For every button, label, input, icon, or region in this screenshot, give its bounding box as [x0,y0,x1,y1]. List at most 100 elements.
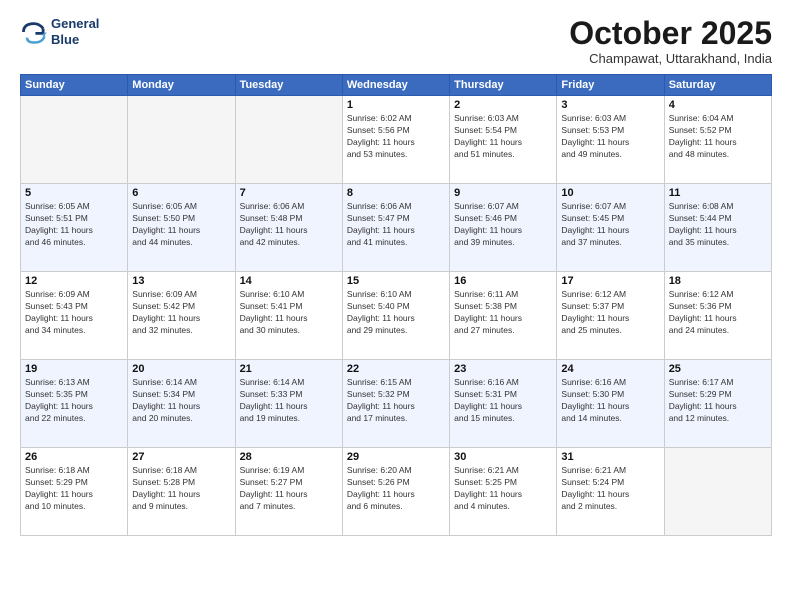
day-info: Sunrise: 6:12 AM Sunset: 5:37 PM Dayligh… [561,289,659,337]
calendar-day-cell: 9 Sunrise: 6:07 AM Sunset: 5:46 PM Daylig… [450,184,557,272]
day-info: Sunrise: 6:09 AM Sunset: 5:43 PM Dayligh… [25,289,123,337]
day-number: 29 [347,451,445,463]
day-info: Sunrise: 6:18 AM Sunset: 5:29 PM Dayligh… [25,465,123,513]
day-number: 3 [561,99,659,111]
day-number: 13 [132,275,230,287]
calendar-day-cell: 5 Sunrise: 6:05 AM Sunset: 5:51 PM Daylig… [21,184,128,272]
day-info: Sunrise: 6:15 AM Sunset: 5:32 PM Dayligh… [347,377,445,425]
day-info: Sunrise: 6:16 AM Sunset: 5:31 PM Dayligh… [454,377,552,425]
day-info: Sunrise: 6:07 AM Sunset: 5:46 PM Dayligh… [454,201,552,249]
day-number: 8 [347,187,445,199]
day-info: Sunrise: 6:14 AM Sunset: 5:34 PM Dayligh… [132,377,230,425]
day-info: Sunrise: 6:03 AM Sunset: 5:54 PM Dayligh… [454,113,552,161]
calendar-day-cell: 19 Sunrise: 6:13 AM Sunset: 5:35 PM Dayli… [21,360,128,448]
calendar-day-cell: 18 Sunrise: 6:12 AM Sunset: 5:36 PM Dayli… [664,272,771,360]
calendar-day-cell: 24 Sunrise: 6:16 AM Sunset: 5:30 PM Dayli… [557,360,664,448]
day-info: Sunrise: 6:05 AM Sunset: 5:51 PM Dayligh… [25,201,123,249]
day-info: Sunrise: 6:18 AM Sunset: 5:28 PM Dayligh… [132,465,230,513]
calendar-day-cell: 14 Sunrise: 6:10 AM Sunset: 5:41 PM Dayli… [235,272,342,360]
calendar-day-header: Wednesday [342,75,449,96]
calendar-day-cell: 28 Sunrise: 6:19 AM Sunset: 5:27 PM Dayli… [235,448,342,536]
day-info: Sunrise: 6:16 AM Sunset: 5:30 PM Dayligh… [561,377,659,425]
day-info: Sunrise: 6:13 AM Sunset: 5:35 PM Dayligh… [25,377,123,425]
day-info: Sunrise: 6:10 AM Sunset: 5:40 PM Dayligh… [347,289,445,337]
calendar-day-cell: 15 Sunrise: 6:10 AM Sunset: 5:40 PM Dayli… [342,272,449,360]
calendar-table: SundayMondayTuesdayWednesdayThursdayFrid… [20,74,772,536]
calendar-header-row: SundayMondayTuesdayWednesdayThursdayFrid… [21,75,772,96]
day-number: 14 [240,275,338,287]
day-number: 6 [132,187,230,199]
calendar-day-cell: 10Sunrise: 6:07 AM Sunset: 5:45 PM Dayli… [557,184,664,272]
day-info: Sunrise: 6:04 AM Sunset: 5:52 PM Dayligh… [669,113,767,161]
calendar-day-cell: 4Sunrise: 6:04 AM Sunset: 5:52 PM Daylig… [664,96,771,184]
day-number: 20 [132,363,230,375]
calendar-day-cell: 25Sunrise: 6:17 AM Sunset: 5:29 PM Dayli… [664,360,771,448]
day-number: 1 [347,99,445,111]
day-info: Sunrise: 6:19 AM Sunset: 5:27 PM Dayligh… [240,465,338,513]
calendar-day-cell: 29 Sunrise: 6:20 AM Sunset: 5:26 PM Dayli… [342,448,449,536]
calendar-day-cell: 7 Sunrise: 6:06 AM Sunset: 5:48 PM Daylig… [235,184,342,272]
calendar-day-header: Monday [128,75,235,96]
calendar-day-header: Thursday [450,75,557,96]
day-number: 26 [25,451,123,463]
day-number: 5 [25,187,123,199]
day-info: Sunrise: 6:20 AM Sunset: 5:26 PM Dayligh… [347,465,445,513]
day-number: 24 [561,363,659,375]
header: General Blue October 2025 Champawat, Utt… [20,16,772,66]
calendar-day-cell: 27 Sunrise: 6:18 AM Sunset: 5:28 PM Dayli… [128,448,235,536]
day-number: 23 [454,363,552,375]
calendar-day-cell [128,96,235,184]
day-number: 17 [561,275,659,287]
calendar-day-cell: 31 Sunrise: 6:21 AM Sunset: 5:24 PM Dayli… [557,448,664,536]
day-number: 27 [132,451,230,463]
calendar-day-cell [664,448,771,536]
calendar-day-header: Tuesday [235,75,342,96]
calendar-day-cell: 1Sunrise: 6:02 AM Sunset: 5:56 PM Daylig… [342,96,449,184]
calendar-day-cell: 8 Sunrise: 6:06 AM Sunset: 5:47 PM Daylig… [342,184,449,272]
logo: General Blue [20,16,99,47]
calendar-week-row: 12Sunrise: 6:09 AM Sunset: 5:43 PM Dayli… [21,272,772,360]
day-number: 10 [561,187,659,199]
subtitle: Champawat, Uttarakhand, India [569,51,772,66]
calendar-day-header: Sunday [21,75,128,96]
day-number: 31 [561,451,659,463]
calendar-day-cell: 26 Sunrise: 6:18 AM Sunset: 5:29 PM Dayli… [21,448,128,536]
month-title: October 2025 [569,16,772,51]
calendar-day-cell: 11Sunrise: 6:08 AM Sunset: 5:44 PM Dayli… [664,184,771,272]
title-block: October 2025 Champawat, Uttarakhand, Ind… [569,16,772,66]
calendar-day-header: Saturday [664,75,771,96]
calendar-day-cell: 21Sunrise: 6:14 AM Sunset: 5:33 PM Dayli… [235,360,342,448]
day-number: 22 [347,363,445,375]
calendar-day-cell: 22 Sunrise: 6:15 AM Sunset: 5:32 PM Dayli… [342,360,449,448]
day-info: Sunrise: 6:12 AM Sunset: 5:36 PM Dayligh… [669,289,767,337]
day-number: 7 [240,187,338,199]
calendar-day-cell: 20 Sunrise: 6:14 AM Sunset: 5:34 PM Dayli… [128,360,235,448]
day-number: 21 [240,363,338,375]
day-number: 9 [454,187,552,199]
day-info: Sunrise: 6:10 AM Sunset: 5:41 PM Dayligh… [240,289,338,337]
day-info: Sunrise: 6:06 AM Sunset: 5:47 PM Dayligh… [347,201,445,249]
day-number: 15 [347,275,445,287]
logo-text: General Blue [51,16,99,47]
day-info: Sunrise: 6:03 AM Sunset: 5:53 PM Dayligh… [561,113,659,161]
day-info: Sunrise: 6:21 AM Sunset: 5:25 PM Dayligh… [454,465,552,513]
calendar-day-cell [21,96,128,184]
calendar-week-row: 1Sunrise: 6:02 AM Sunset: 5:56 PM Daylig… [21,96,772,184]
day-info: Sunrise: 6:21 AM Sunset: 5:24 PM Dayligh… [561,465,659,513]
day-number: 2 [454,99,552,111]
calendar-day-cell [235,96,342,184]
day-info: Sunrise: 6:11 AM Sunset: 5:38 PM Dayligh… [454,289,552,337]
calendar-day-cell: 17 Sunrise: 6:12 AM Sunset: 5:37 PM Dayli… [557,272,664,360]
day-number: 28 [240,451,338,463]
calendar-day-cell: 2 Sunrise: 6:03 AM Sunset: 5:54 PM Daylig… [450,96,557,184]
calendar-day-cell: 13Sunrise: 6:09 AM Sunset: 5:42 PM Dayli… [128,272,235,360]
day-number: 16 [454,275,552,287]
page: General Blue October 2025 Champawat, Utt… [0,0,792,612]
calendar-day-cell: 6Sunrise: 6:05 AM Sunset: 5:50 PM Daylig… [128,184,235,272]
day-info: Sunrise: 6:06 AM Sunset: 5:48 PM Dayligh… [240,201,338,249]
calendar-day-cell: 16 Sunrise: 6:11 AM Sunset: 5:38 PM Dayli… [450,272,557,360]
day-number: 19 [25,363,123,375]
calendar-day-cell: 30Sunrise: 6:21 AM Sunset: 5:25 PM Dayli… [450,448,557,536]
day-number: 18 [669,275,767,287]
calendar-week-row: 19 Sunrise: 6:13 AM Sunset: 5:35 PM Dayli… [21,360,772,448]
